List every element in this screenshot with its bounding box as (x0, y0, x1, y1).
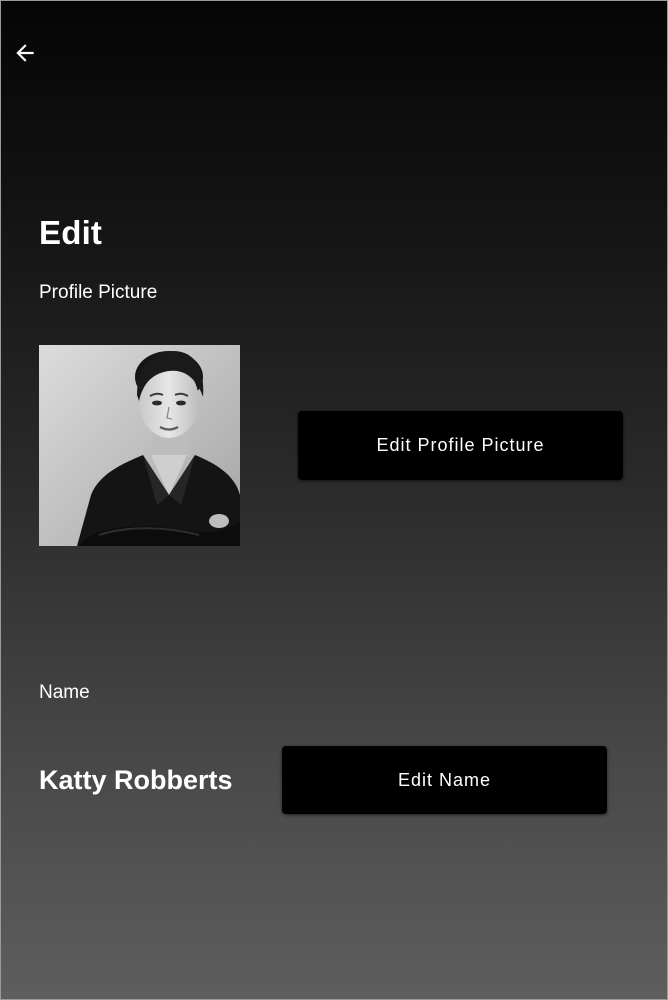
edit-profile-screen: Edit Profile Picture Edit Profile Pictur… (0, 0, 668, 1000)
edit-profile-picture-button[interactable]: Edit Profile Picture (298, 411, 623, 480)
page-title: Edit (39, 214, 103, 251)
profile-picture-label: Profile Picture (39, 282, 158, 303)
avatar (39, 345, 240, 546)
back-button[interactable] (9, 37, 41, 69)
arrow-left-icon (16, 44, 34, 62)
name-label: Name (39, 682, 90, 703)
user-name: Katty Robberts (39, 765, 233, 795)
edit-name-button[interactable]: Edit Name (282, 746, 607, 814)
portrait-photo (39, 345, 240, 546)
